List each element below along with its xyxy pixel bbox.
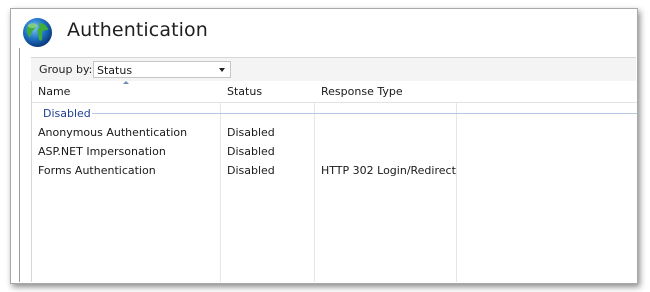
sort-ascending-icon <box>123 81 129 84</box>
row-name: ASP.NET Impersonation <box>38 145 166 158</box>
globe-icon <box>22 17 53 48</box>
table-row[interactable]: Anonymous Authentication Disabled <box>32 124 637 143</box>
group-title: Disabled <box>43 107 91 120</box>
column-header-row: Name Status Response Type <box>32 81 637 103</box>
group-by-dropdown[interactable]: Status <box>93 61 231 78</box>
column-header-status[interactable]: Status <box>227 85 262 98</box>
group-header-disabled[interactable]: Disabled <box>32 105 637 121</box>
frame-divider <box>19 48 20 282</box>
column-header-name[interactable]: Name <box>38 85 70 98</box>
page-header: Authentication <box>18 8 636 56</box>
group-by-value: Status <box>97 64 133 77</box>
authentication-list: Name Status Response Type Disabled Anony… <box>31 81 637 282</box>
row-name: Anonymous Authentication <box>38 126 188 139</box>
group-by-toolbar: Group by: Status <box>31 57 636 83</box>
row-status: Disabled <box>227 126 275 139</box>
page-title: Authentication <box>67 19 208 41</box>
row-name: Forms Authentication <box>38 164 156 177</box>
chevron-down-icon[interactable] <box>219 68 225 72</box>
column-header-response-type[interactable]: Response Type <box>321 85 403 98</box>
table-row[interactable]: Forms Authentication Disabled HTTP 302 L… <box>32 162 637 181</box>
row-response-type: HTTP 302 Login/Redirect <box>321 164 456 177</box>
row-status: Disabled <box>227 164 275 177</box>
group-divider <box>92 113 637 114</box>
table-row[interactable]: ASP.NET Impersonation Disabled <box>32 143 637 162</box>
group-by-label: Group by: <box>39 63 93 76</box>
row-status: Disabled <box>227 145 275 158</box>
